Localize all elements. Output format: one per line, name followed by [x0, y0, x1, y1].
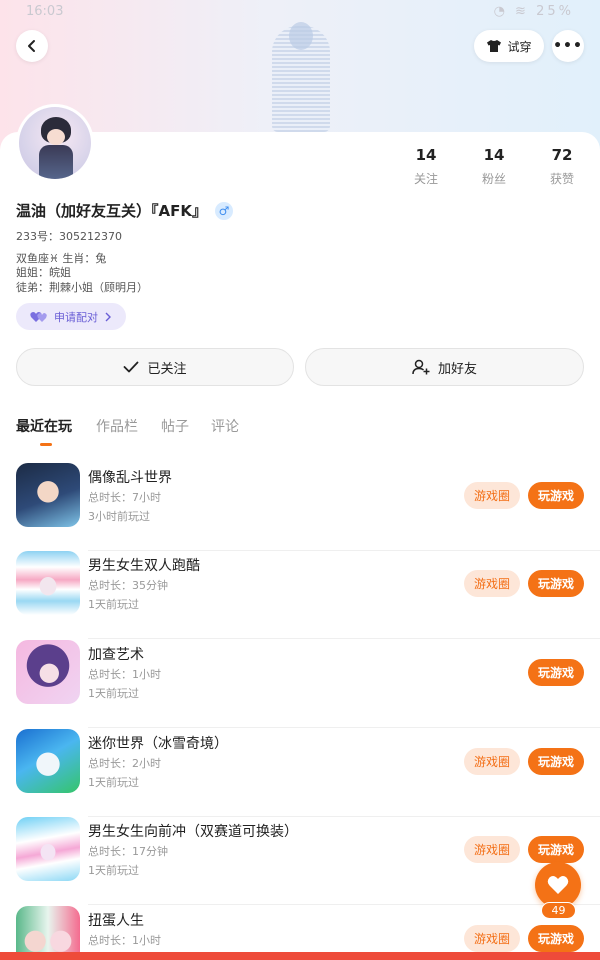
game-last-played: 1天前玩过	[88, 598, 139, 611]
avatar[interactable]	[16, 104, 94, 182]
apprentice-info: 徒弟：荆棘小姐（顾明月）	[16, 281, 148, 294]
add-user-icon	[412, 359, 430, 375]
stat-likes-value: 72	[551, 146, 573, 164]
game-duration: 总时长：7小时	[88, 491, 161, 504]
shirt-icon	[487, 40, 502, 52]
3d-avatar-figure	[272, 22, 330, 132]
back-button[interactable]	[16, 30, 48, 62]
list-item[interactable]: 男生女生双人跑酷 总时长：35分钟 1天前玩过 游戏圈 玩游戏	[0, 551, 600, 639]
play-game-button[interactable]: 玩游戏	[528, 836, 584, 863]
game-last-played: 1天前玩过	[88, 687, 139, 700]
game-last-played: 1天前玩过	[88, 776, 139, 789]
game-circle-button[interactable]: 游戏圈	[464, 836, 520, 863]
play-game-button[interactable]: 玩游戏	[528, 482, 584, 509]
list-item[interactable]: 偶像乱斗世界 总时长：7小时 3小时前玩过 游戏圈 玩游戏	[0, 463, 600, 551]
game-thumbnail	[16, 729, 80, 793]
play-game-button[interactable]: 玩游戏	[528, 659, 584, 686]
game-thumbnail	[16, 640, 80, 704]
tab-comments[interactable]: 评论	[211, 416, 239, 436]
game-title: 偶像乱斗世界	[88, 470, 172, 486]
game-last-played: 1天前玩过	[88, 864, 139, 877]
tab-active-indicator	[40, 443, 52, 446]
bottom-accent-bar	[0, 952, 600, 960]
try-on-button[interactable]: 试穿	[474, 30, 544, 62]
tab-posts[interactable]: 帖子	[161, 416, 189, 436]
back-arrow-icon	[28, 40, 35, 52]
list-item[interactable]: 加查艺术 总时长：1小时 1天前玩过 玩游戏	[0, 640, 600, 728]
game-circle-button[interactable]: 游戏圈	[464, 482, 520, 509]
game-title: 迷你世界（冰雪奇境）	[88, 736, 228, 752]
game-title: 男生女生双人跑酷	[88, 558, 200, 574]
game-title: 加查艺术	[88, 647, 144, 663]
followed-button[interactable]: 已关注	[16, 348, 294, 386]
status-bar: 16:03 ◔ ≋ 25%	[26, 4, 574, 22]
game-circle-button[interactable]: 游戏圈	[464, 925, 520, 952]
username-text: 温油（加好友互关）『AFK』	[16, 202, 207, 220]
male-gender-icon: ♂	[214, 201, 233, 220]
game-thumbnail	[16, 463, 80, 527]
stat-following-value: 14	[415, 146, 437, 164]
add-friend-label: 加好友	[437, 361, 477, 377]
apply-pair-label: 申请配对	[54, 310, 98, 324]
game-thumbnail	[16, 551, 80, 615]
tab-recently-played[interactable]: 最近在玩	[16, 416, 72, 436]
check-icon	[124, 361, 139, 373]
list-item[interactable]: 男生女生向前冲（双赛道可换装） 总时长：17分钟 1天前玩过 游戏圈 玩游戏	[0, 817, 600, 905]
status-time: 16:03	[26, 4, 64, 19]
game-duration: 总时长：1小时	[88, 668, 161, 681]
try-on-label: 试穿	[507, 39, 532, 54]
game-title: 扭蛋人生	[88, 913, 144, 929]
stat-likes-label: 获赞	[549, 172, 574, 186]
stat-likes[interactable]: 72 获赞	[542, 146, 582, 187]
play-game-button[interactable]: 玩游戏	[528, 748, 584, 775]
username: 温油（加好友互关）『AFK』 ♂	[16, 200, 233, 221]
followed-label: 已关注	[147, 361, 187, 377]
battery-level: 25%	[536, 4, 574, 19]
game-duration: 总时长：35分钟	[88, 579, 168, 592]
play-game-button[interactable]: 玩游戏	[528, 570, 584, 597]
more-button[interactable]: •••	[552, 30, 584, 62]
game-circle-button[interactable]: 游戏圈	[464, 570, 520, 597]
heart-pair-icon	[30, 311, 47, 322]
chevron-right-icon	[105, 312, 111, 321]
wifi-icon: ◔ ≋	[493, 4, 529, 19]
apply-pair-button[interactable]: 申请配对	[16, 303, 126, 330]
stat-following[interactable]: 14 关注	[406, 146, 446, 187]
game-duration: 总时长：17分钟	[88, 845, 168, 858]
stat-followers-label: 粉丝	[481, 172, 506, 186]
game-circle-button[interactable]: 游戏圈	[464, 748, 520, 775]
game-duration: 总时长：2小时	[88, 757, 161, 770]
play-game-button[interactable]: 玩游戏	[528, 925, 584, 952]
add-friend-button[interactable]: 加好友	[305, 348, 584, 386]
game-title: 男生女生向前冲（双赛道可换装）	[88, 824, 298, 840]
status-icons: ◔ ≋ 25%	[494, 4, 574, 19]
tab-works[interactable]: 作品栏	[96, 416, 138, 436]
avatar-image	[19, 107, 91, 179]
stat-followers-value: 14	[483, 146, 505, 164]
more-dots-icon: •••	[553, 38, 583, 54]
stat-followers[interactable]: 14 粉丝	[474, 146, 514, 187]
user-id: 233号：305212370	[16, 230, 122, 243]
heart-icon	[547, 876, 569, 894]
game-duration: 总时长：1小时	[88, 934, 161, 947]
list-item[interactable]: 迷你世界（冰雪奇境） 总时长：2小时 1天前玩过 游戏圈 玩游戏	[0, 729, 600, 817]
sister-info: 姐姐：皖姐	[16, 266, 71, 279]
game-last-played: 3小时前玩过	[88, 510, 150, 523]
like-count-badge: 49	[541, 902, 576, 919]
stat-following-label: 关注	[413, 172, 438, 186]
game-thumbnail	[16, 817, 80, 881]
